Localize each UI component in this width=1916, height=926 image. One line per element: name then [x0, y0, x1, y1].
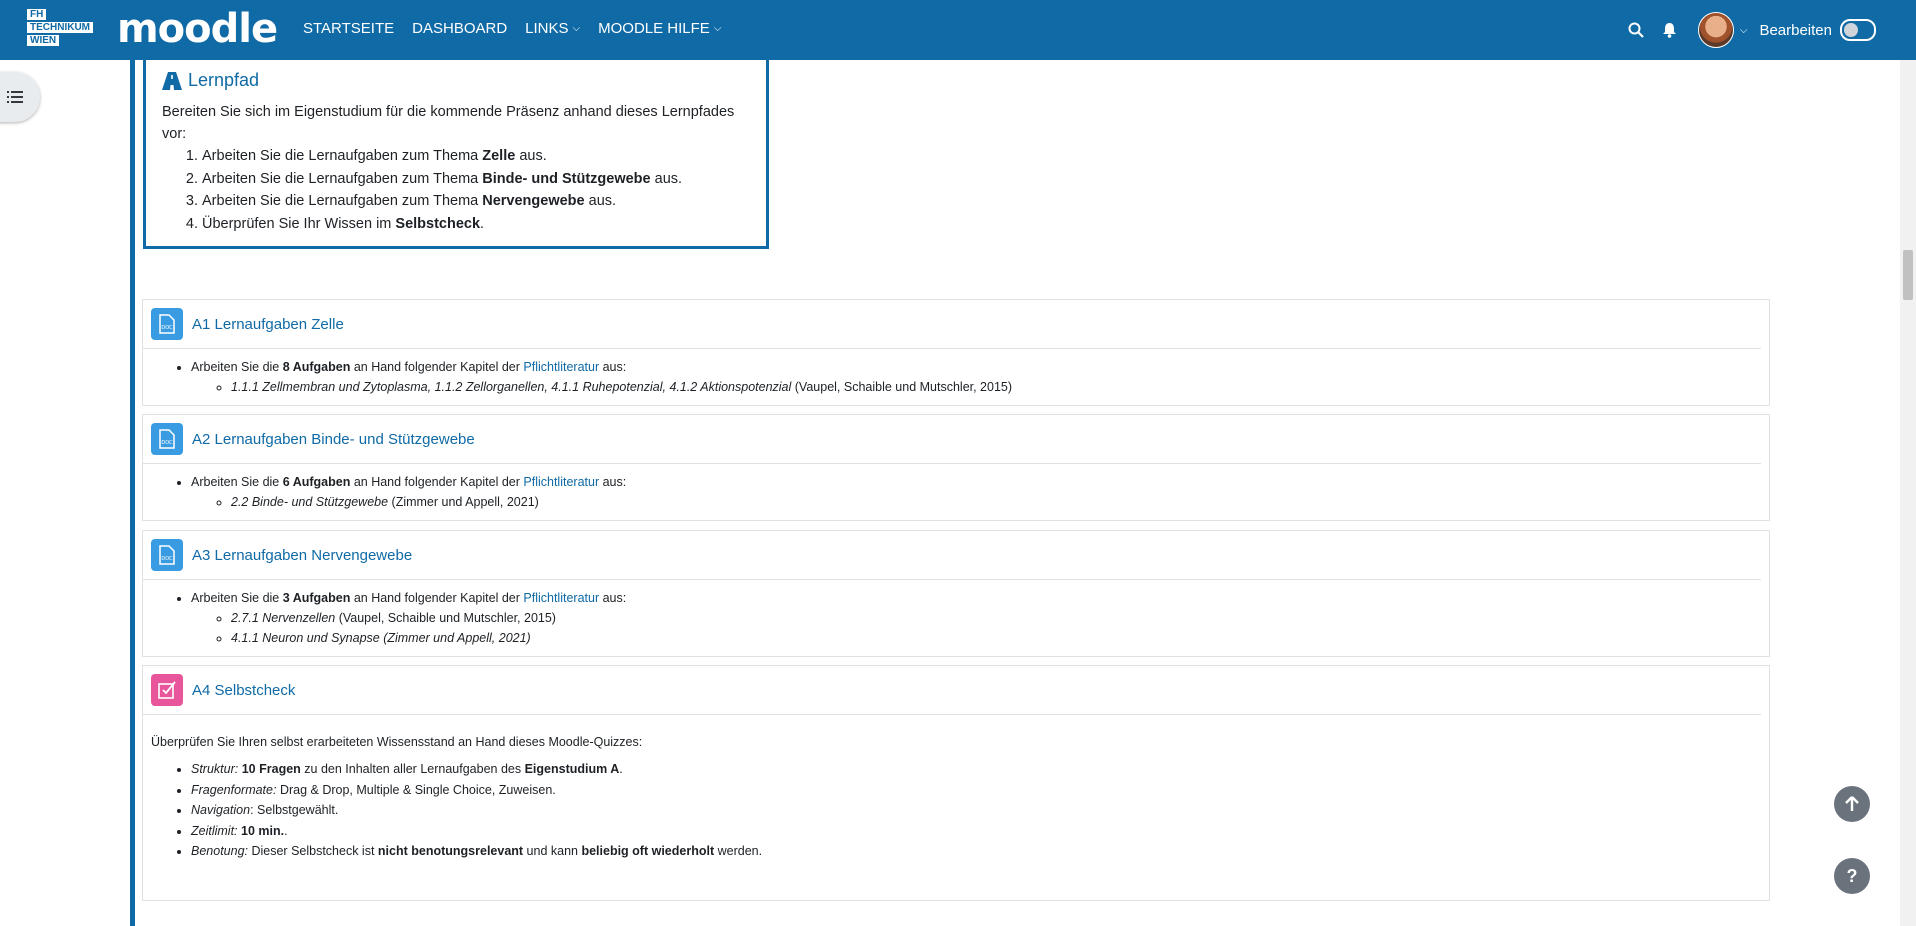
edit-mode-toggle[interactable]	[1840, 19, 1876, 41]
svg-text:DOC: DOC	[161, 556, 173, 562]
logo-line: WIEN	[27, 35, 60, 46]
nav-moodle-hilfe-menu[interactable]: MOODLE HILFE ⌵	[598, 20, 721, 37]
moodle-logo[interactable]: moodle	[117, 6, 278, 52]
activity-header: A4 Selbstcheck	[143, 666, 1761, 715]
list-item: Benotung: Dieser Selbstcheck ist nicht b…	[191, 841, 1769, 862]
activity-card-a4-quiz: A4 Selbstcheck Überprüfen Sie Ihren selb…	[142, 665, 1770, 901]
quiz-info-list: Struktur: 10 Fragen zu den Inhalten alle…	[143, 759, 1769, 862]
lernpfad-title: Lernpfad	[188, 70, 260, 90]
activity-card-a3: DOC A3 Lernaufgaben Nervengewebe Arbeite…	[142, 530, 1770, 657]
lernpfad-heading: Lernpfad	[162, 70, 750, 91]
lernpfad-box: Lernpfad Bereiten Sie sich im Eigenstudi…	[143, 58, 769, 249]
list-item: 2.2 Binde- und Stützgewebe (Zimmer und A…	[231, 492, 1769, 512]
avatar[interactable]	[1697, 12, 1734, 48]
search-icon[interactable]	[1626, 20, 1646, 40]
list-item: 4.1.1 Neuron und Synapse (Zimmer und App…	[231, 628, 1769, 648]
list-item: Zeitlimit: 10 min..	[191, 821, 1769, 842]
edit-mode-label: Bearbeiten	[1759, 21, 1832, 39]
help-button[interactable]: ?	[1834, 858, 1870, 894]
list-item: Fragenformate: Drag & Drop, Multiple & S…	[191, 780, 1769, 801]
list-item: Arbeiten Sie die Lernaufgaben zum Thema …	[202, 145, 750, 168]
logo-line: TECHNIKUM	[27, 22, 93, 33]
nav-label: MOODLE HILFE	[598, 20, 710, 37]
activity-description: Arbeiten Sie die 8 Aufgaben an Hand folg…	[143, 349, 1769, 397]
list-icon	[7, 91, 23, 103]
top-navbar: FH TECHNIKUM WIEN moodle STARTSEITE DASH…	[0, 0, 1916, 60]
pflichtliteratur-link[interactable]: Pflichtliteratur	[523, 475, 599, 489]
road-icon	[162, 71, 182, 90]
list-item: Arbeiten Sie die 6 Aufgaben an Hand folg…	[191, 472, 1769, 512]
nav-startseite[interactable]: STARTSEITE	[303, 20, 394, 37]
list-item: Arbeiten Sie die Lernaufgaben zum Thema …	[202, 168, 750, 191]
list-item: Navigation: Selbstgewählt.	[191, 800, 1769, 821]
activity-link[interactable]: A1 Lernaufgaben Zelle	[192, 316, 344, 333]
document-icon: DOC	[151, 539, 183, 571]
pflichtliteratur-link[interactable]: Pflichtliteratur	[523, 360, 599, 374]
nav-dashboard[interactable]: DASHBOARD	[412, 20, 507, 37]
activity-header: DOC A1 Lernaufgaben Zelle	[143, 300, 1761, 349]
section-indicator-line	[130, 60, 135, 926]
arrow-up-icon	[1845, 796, 1859, 811]
list-item: Arbeiten Sie die Lernaufgaben zum Thema …	[202, 190, 750, 213]
activity-header: DOC A3 Lernaufgaben Nervengewebe	[143, 531, 1761, 580]
course-index-toggle[interactable]	[0, 72, 40, 122]
list-item: Struktur: 10 Fragen zu den Inhalten alle…	[191, 759, 1769, 780]
chevron-down-icon[interactable]: ⌵	[1740, 25, 1748, 36]
activity-link[interactable]: A4 Selbstcheck	[192, 682, 295, 699]
activity-link[interactable]: A2 Lernaufgaben Binde- und Stützgewebe	[192, 431, 475, 448]
activity-link[interactable]: A3 Lernaufgaben Nervengewebe	[192, 547, 412, 564]
lernpfad-steps: Arbeiten Sie die Lernaufgaben zum Thema …	[162, 145, 750, 235]
activity-card-a2: DOC A2 Lernaufgaben Binde- und Stützgewe…	[142, 414, 1770, 521]
document-icon: DOC	[151, 308, 183, 340]
scrollbar-thumb[interactable]	[1903, 250, 1913, 300]
activity-description: Arbeiten Sie die 3 Aufgaben an Hand folg…	[143, 580, 1769, 648]
list-item: Arbeiten Sie die 8 Aufgaben an Hand folg…	[191, 357, 1769, 397]
list-item: 2.7.1 Nervenzellen (Vaupel, Schaible und…	[231, 608, 1769, 628]
nav-label: STARTSEITE	[303, 20, 395, 37]
nav-links-menu[interactable]: LINKS ⌵	[525, 20, 580, 37]
moodle-brand-text: moodle	[117, 6, 278, 52]
checkbox-icon	[151, 674, 183, 706]
help-icon: ?	[1846, 865, 1858, 886]
activity-description: Arbeiten Sie die 6 Aufgaben an Hand folg…	[143, 464, 1769, 512]
nav-label: DASHBOARD	[412, 20, 508, 37]
chevron-down-icon: ⌵	[713, 23, 722, 34]
svg-text:DOC: DOC	[161, 325, 173, 331]
svg-text:DOC: DOC	[161, 440, 173, 446]
lernpfad-intro: Bereiten Sie sich im Eigenstudium für di…	[162, 104, 735, 142]
activity-card-a1: DOC A1 Lernaufgaben Zelle Arbeiten Sie d…	[142, 299, 1770, 406]
document-icon: DOC	[151, 423, 183, 455]
pflichtliteratur-link[interactable]: Pflichtliteratur	[523, 591, 599, 605]
scrollbar[interactable]	[1900, 60, 1916, 926]
list-item: Überprüfen Sie Ihr Wissen im Selbstcheck…	[202, 213, 750, 236]
activity-header: DOC A2 Lernaufgaben Binde- und Stützgewe…	[143, 415, 1761, 464]
list-item: Arbeiten Sie die 3 Aufgaben an Hand folg…	[191, 588, 1769, 648]
user-controls: ⌵ Bearbeiten	[1612, 0, 1876, 60]
logo-line: FH	[27, 9, 47, 20]
back-to-top-button[interactable]	[1834, 786, 1870, 822]
primary-navigation: STARTSEITE DASHBOARD LINKS ⌵ MOODLE HILFE…	[303, 20, 739, 37]
bell-icon[interactable]	[1660, 20, 1680, 40]
fh-technikum-logo[interactable]: FH TECHNIKUM WIEN	[27, 9, 103, 50]
chevron-down-icon: ⌵	[572, 23, 581, 34]
quiz-intro: Überprüfen Sie Ihren selbst erarbeiteten…	[151, 735, 643, 749]
nav-label: LINKS	[525, 20, 569, 37]
list-item: 1.1.1 Zellmembran und Zytoplasma, 1.1.2 …	[231, 377, 1769, 397]
